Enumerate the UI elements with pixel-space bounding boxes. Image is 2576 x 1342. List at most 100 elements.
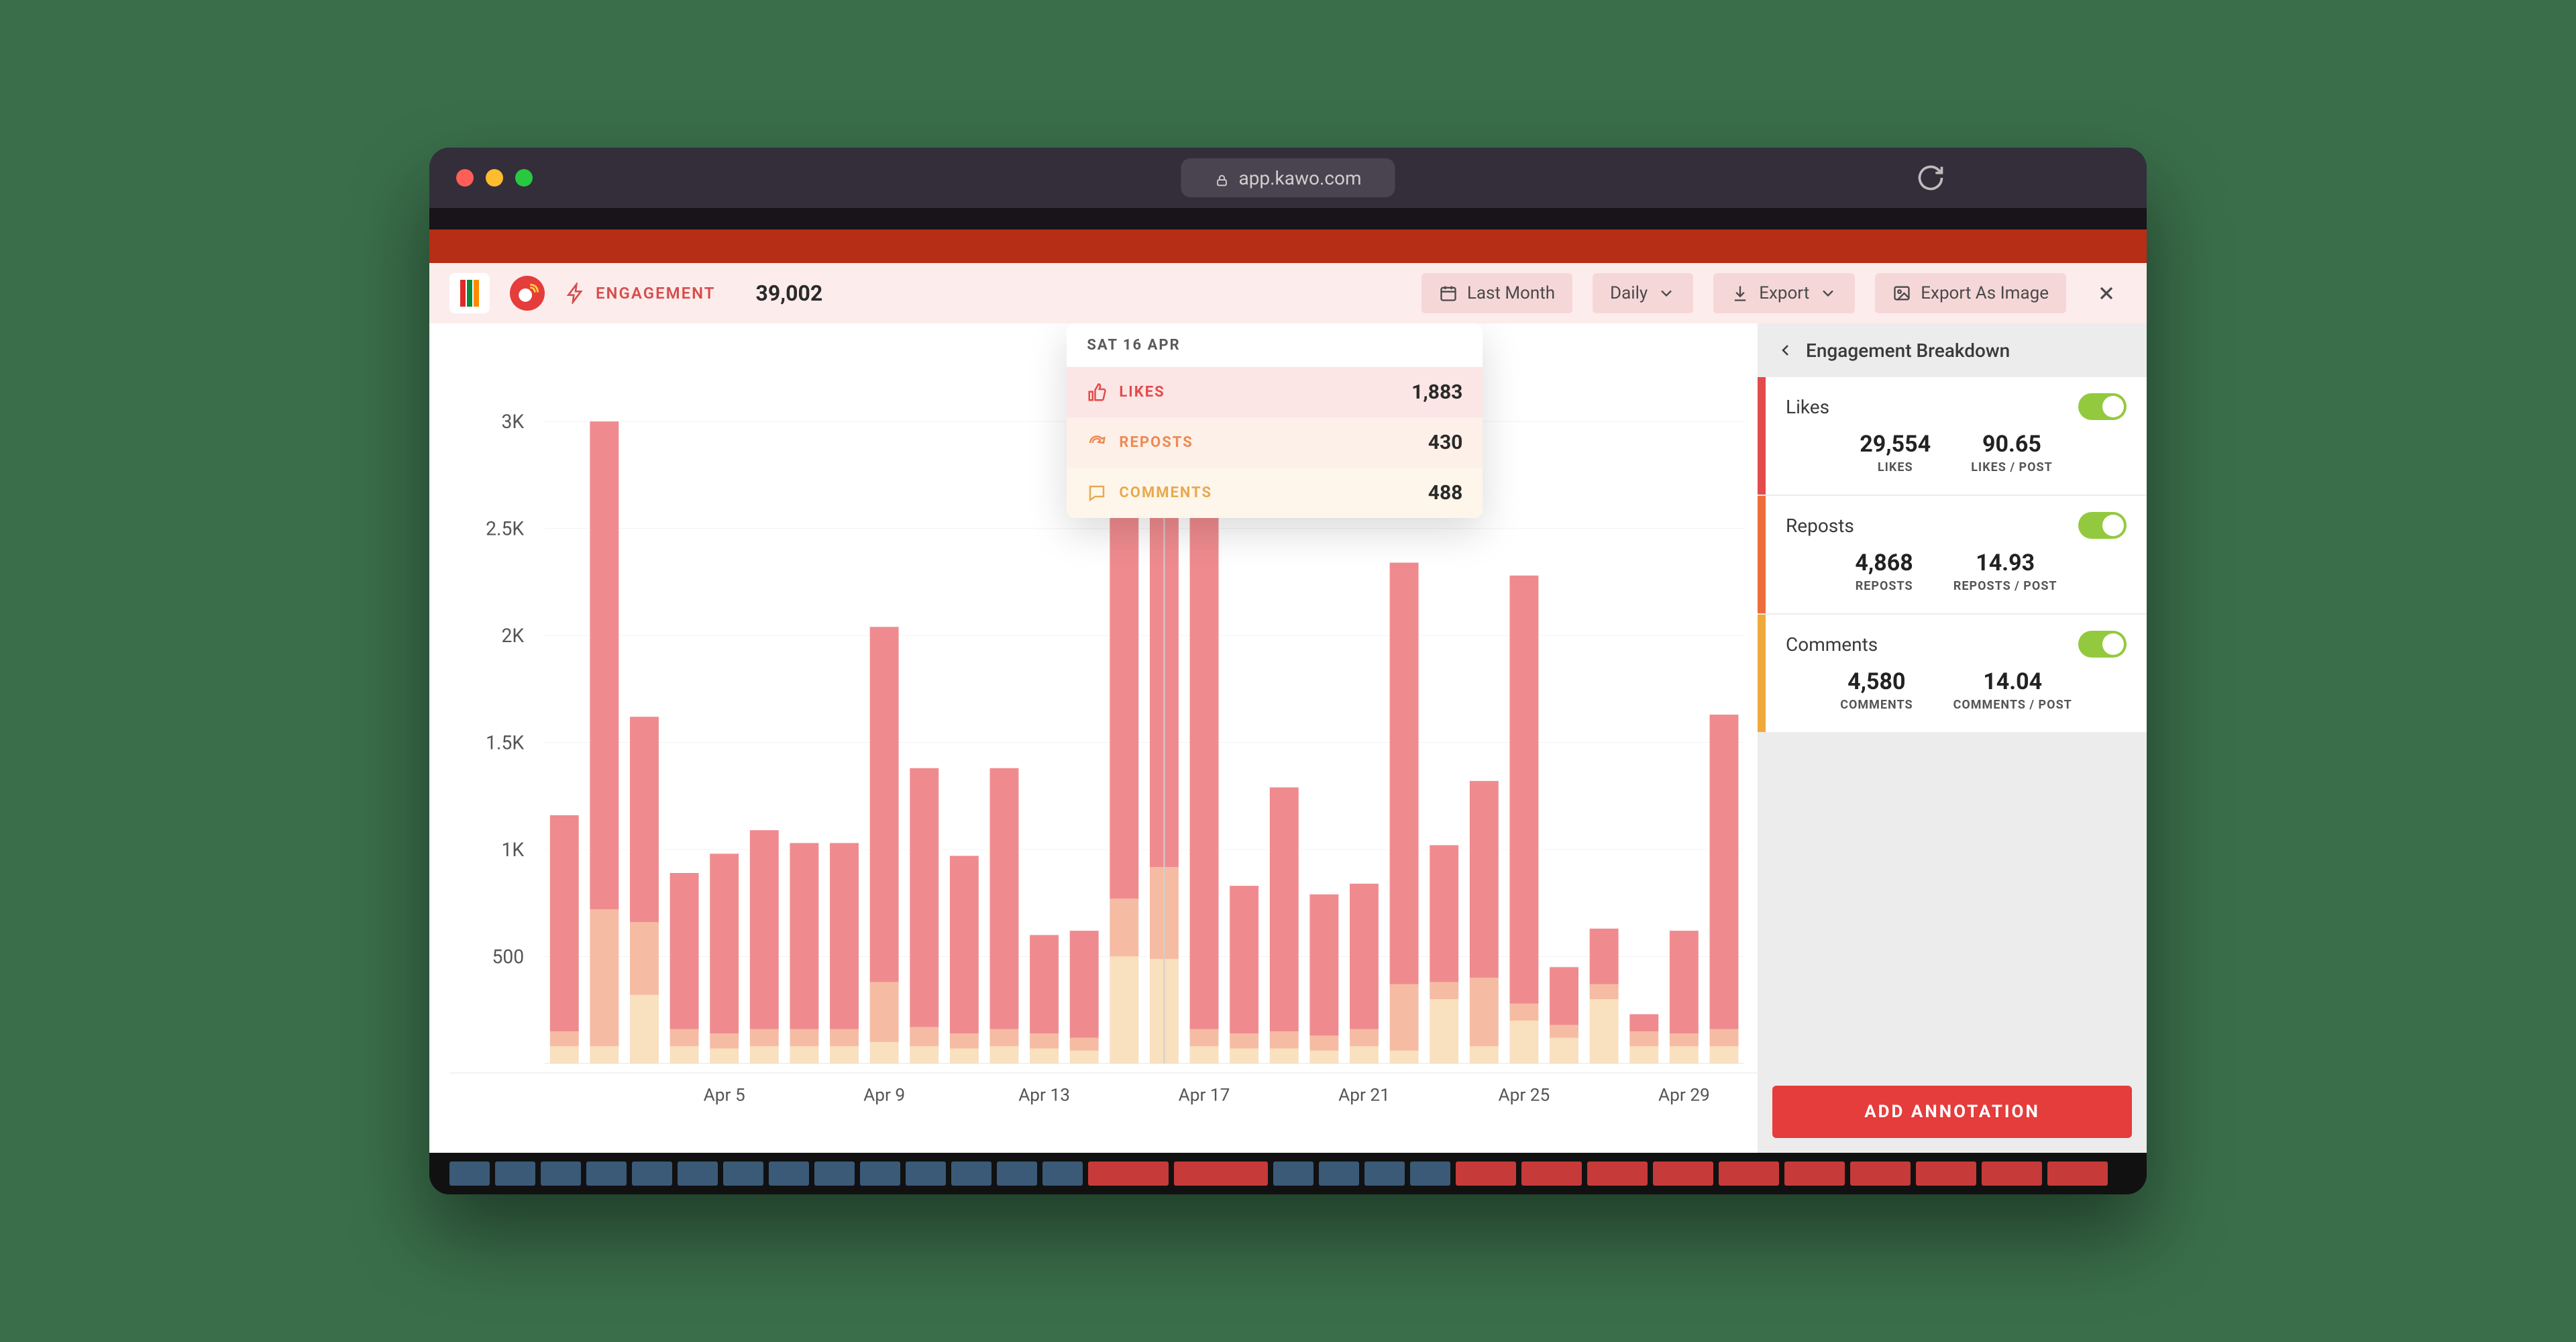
svg-text:3K: 3K (501, 411, 524, 433)
svg-text:Apr 13: Apr 13 (1018, 1085, 1070, 1105)
brand-logo (449, 273, 490, 313)
mini-block (1319, 1162, 1359, 1186)
image-icon (1892, 284, 1911, 303)
side-panel-header[interactable]: Engagement Breakdown (1758, 323, 2147, 377)
mini-block (1364, 1162, 1405, 1186)
metric-card-likes: Likes 29,554 LIKES 90.65 LIKES / POST (1758, 377, 2147, 495)
mini-block (541, 1162, 581, 1186)
mini-block (1587, 1162, 1648, 1186)
date-range-picker[interactable]: Last Month (1421, 273, 1572, 313)
svg-text:Apr 9: Apr 9 (863, 1085, 905, 1105)
mini-block (814, 1162, 855, 1186)
mini-block (495, 1162, 535, 1186)
metric-card-comments: Comments 4,580 COMMENTS 14.04 COMMENTS /… (1758, 615, 2147, 732)
mini-block (1410, 1162, 1450, 1186)
app-header: ENGAGEMENT 39,002 Last Month Daily Expor… (429, 263, 2147, 323)
svg-text:1K: 1K (501, 839, 524, 861)
comments-total: 4,580 (1840, 668, 1913, 695)
engagement-value: 39,002 (756, 280, 823, 306)
svg-text:Apr 17: Apr 17 (1179, 1085, 1230, 1105)
tooltip-row-likes: LIKES 1,883 (1067, 367, 1483, 417)
toggle-comments[interactable] (2078, 631, 2127, 658)
granularity-select[interactable]: Daily (1593, 273, 1693, 313)
minimize-window-dot[interactable] (486, 169, 503, 187)
svg-text:2.5K: 2.5K (486, 518, 524, 540)
metric-title: Likes (1786, 396, 1829, 418)
mini-block (906, 1162, 946, 1186)
mini-block (1174, 1162, 1268, 1186)
toggle-reposts[interactable] (2078, 512, 2127, 539)
chart-zone: SAT 16 APR LIKES 1,883 REPOSTS 430 COMME… (429, 323, 1758, 1153)
reload-icon[interactable] (1916, 163, 1945, 193)
metric-title: Comments (1786, 633, 1878, 656)
mini-block (2047, 1162, 2108, 1186)
mini-block (1042, 1162, 1083, 1186)
comments-avg: 14.04 (1953, 668, 2072, 695)
mini-block (1088, 1162, 1169, 1186)
repost-icon (1087, 433, 1107, 453)
svg-text:Apr 5: Apr 5 (704, 1085, 745, 1105)
mini-block (1916, 1162, 1976, 1186)
metric-card-reposts: Reposts 4,868 REPOSTS 14.93 REPOSTS / PO… (1758, 496, 2147, 613)
tooltip-row-comments: COMMENTS 488 (1067, 468, 1483, 518)
mini-block (1982, 1162, 2042, 1186)
mini-block (1784, 1162, 1845, 1186)
export-button[interactable]: Export (1713, 273, 1855, 313)
address-bar[interactable]: app.kawo.com (1181, 158, 1395, 197)
mini-timeline (429, 1153, 2147, 1194)
mini-block (632, 1162, 672, 1186)
chevron-left-icon (1778, 342, 1794, 358)
address-url: app.kawo.com (1238, 167, 1361, 189)
engagement-label: ENGAGEMENT (565, 282, 716, 304)
likes-total: 29,554 (1860, 431, 1931, 458)
browser-window: app.kawo.com ENGAGEMENT 39,002 Last Mont… (429, 148, 2147, 1194)
window-controls (456, 169, 533, 187)
mini-block (769, 1162, 809, 1186)
svg-text:Apr 29: Apr 29 (1658, 1085, 1710, 1105)
titlebar: app.kawo.com (429, 148, 2147, 208)
chart-tooltip: SAT 16 APR LIKES 1,883 REPOSTS 430 COMME… (1067, 323, 1483, 518)
site-top-bar (429, 229, 2147, 263)
tab-strip (429, 208, 2147, 229)
mini-block (449, 1162, 490, 1186)
add-annotation-button[interactable]: ADD ANNOTATION (1772, 1086, 2132, 1138)
toggle-likes[interactable] (2078, 393, 2127, 420)
mini-block (860, 1162, 900, 1186)
weibo-icon (510, 276, 545, 311)
app-body: SAT 16 APR LIKES 1,883 REPOSTS 430 COMME… (429, 323, 2147, 1153)
mini-block (723, 1162, 763, 1186)
like-icon (1087, 382, 1107, 403)
svg-text:Apr 21: Apr 21 (1338, 1085, 1390, 1105)
engagement-chart[interactable]: SAT 16 APR LIKES 1,883 REPOSTS 430 COMME… (429, 323, 1758, 1153)
reposts-avg: 14.93 (1953, 550, 2057, 576)
chevron-down-icon (1657, 284, 1676, 303)
mini-block (678, 1162, 718, 1186)
svg-text:1.5K: 1.5K (486, 732, 524, 754)
svg-text:500: 500 (492, 945, 524, 968)
mini-block (951, 1162, 991, 1186)
comment-icon (1087, 483, 1107, 503)
mini-block (1521, 1162, 1582, 1186)
svg-text:Apr 25: Apr 25 (1499, 1085, 1550, 1105)
side-panel: Engagement Breakdown Likes 29,554 LIKES … (1758, 323, 2147, 1153)
close-window-dot[interactable] (456, 169, 474, 187)
mini-block (1719, 1162, 1779, 1186)
tooltip-date: SAT 16 APR (1067, 323, 1483, 367)
close-icon (2096, 282, 2117, 304)
mini-block (586, 1162, 627, 1186)
mini-block (997, 1162, 1037, 1186)
mini-block (1456, 1162, 1516, 1186)
export-image-button[interactable]: Export As Image (1875, 273, 2066, 313)
svg-text:2K: 2K (501, 625, 524, 647)
likes-avg: 90.65 (1971, 431, 2053, 458)
mini-block (1273, 1162, 1313, 1186)
tooltip-row-reposts: REPOSTS 430 (1067, 417, 1483, 468)
download-icon (1731, 284, 1750, 303)
chevron-down-icon (1819, 284, 1837, 303)
mini-block (1653, 1162, 1713, 1186)
metric-title: Reposts (1786, 515, 1854, 537)
mini-block (1850, 1162, 1911, 1186)
zoom-window-dot[interactable] (515, 169, 533, 187)
close-panel-button[interactable] (2086, 273, 2127, 313)
lock-icon (1214, 170, 1229, 185)
